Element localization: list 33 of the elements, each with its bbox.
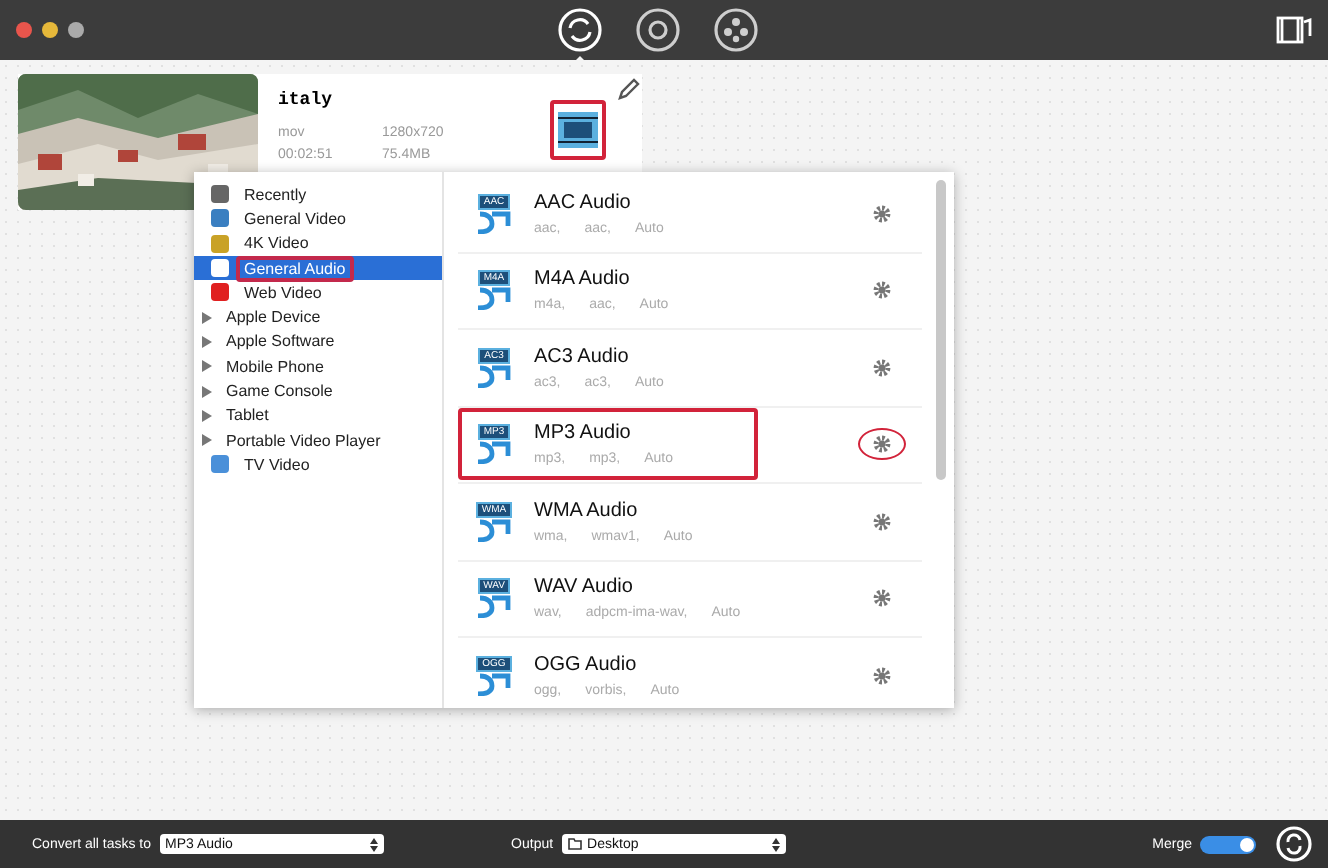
merge-toggle[interactable] — [1200, 835, 1256, 853]
category-icon — [210, 454, 230, 475]
category-item[interactable]: Mobile Phone — [194, 354, 442, 379]
media-icon[interactable] — [1276, 14, 1312, 46]
category-icon — [210, 184, 230, 205]
category-item[interactable]: Web Video — [194, 280, 442, 305]
settings-icon[interactable] — [858, 428, 906, 461]
category-item[interactable]: Tablet — [194, 403, 442, 428]
folder-icon — [567, 838, 582, 850]
toolbar-tab[interactable] — [634, 6, 682, 54]
category-icon — [210, 258, 230, 279]
close-button[interactable] — [16, 22, 32, 38]
category-icon — [210, 282, 230, 303]
pencil-icon[interactable] — [618, 78, 640, 100]
category-item[interactable]: Recently — [194, 182, 442, 207]
category-icon — [210, 233, 230, 254]
target-format-button[interactable] — [550, 100, 606, 160]
toolbar-tab[interactable] — [712, 6, 760, 54]
category-item[interactable]: General Video — [194, 206, 442, 232]
zoom-button[interactable] — [68, 22, 84, 38]
category-item[interactable]: Apple Software — [194, 329, 442, 355]
minimize-button[interactable] — [42, 22, 58, 38]
convert-button[interactable] — [1276, 826, 1312, 862]
category-icon — [210, 208, 230, 229]
dropdown-arrow-icon — [369, 837, 378, 851]
video-title: italy — [278, 90, 335, 110]
category-item[interactable]: Apple Device — [194, 304, 442, 330]
category-item[interactable]: Portable Video Player — [194, 427, 442, 453]
category-item[interactable]: Game Console — [194, 378, 442, 404]
category-item[interactable]: General Audio — [194, 255, 442, 281]
dropdown-arrow-icon — [771, 837, 780, 851]
category-item[interactable]: 4K Video — [194, 231, 442, 256]
category-item[interactable]: TV Video — [194, 452, 442, 478]
